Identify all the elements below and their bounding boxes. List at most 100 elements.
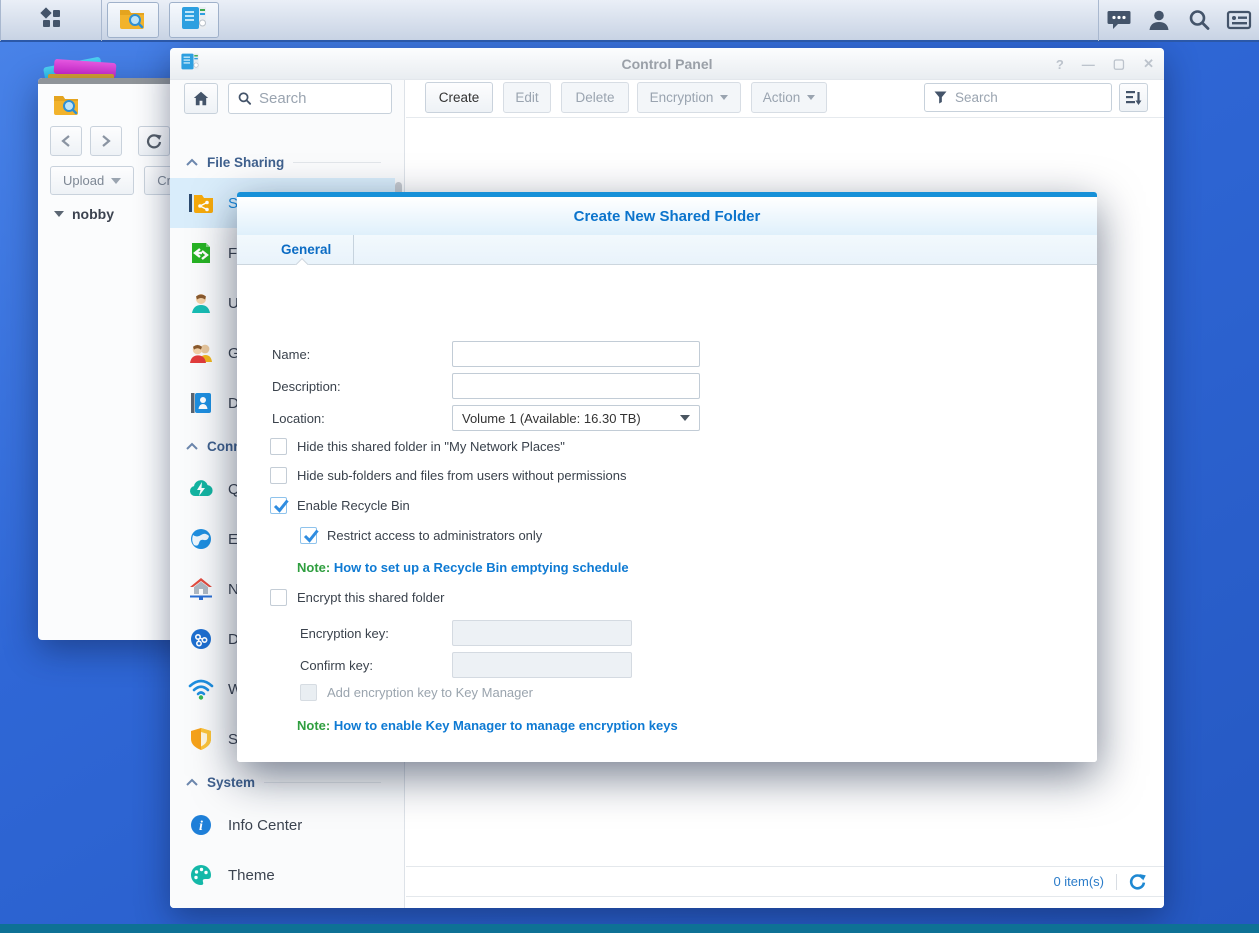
quickconnect-icon [188, 476, 214, 502]
recycle-bin-note: Note: How to set up a Recycle Bin emptyi… [297, 560, 629, 575]
delete-button[interactable]: Delete [561, 82, 629, 113]
checkbox-enable-recycle-bin[interactable]: Enable Recycle Bin [270, 497, 410, 514]
checkbox-box-checked[interactable] [270, 497, 289, 514]
file-station-window-icon [52, 92, 82, 121]
sort-button[interactable] [1119, 83, 1148, 112]
refresh-icon[interactable] [1129, 873, 1146, 890]
main-menu-button[interactable] [1, 0, 101, 41]
encryption-dropdown-button[interactable]: Encryption [637, 82, 741, 113]
svg-text:i: i [199, 819, 203, 834]
search-icon [238, 92, 252, 105]
encryption-key-label: Encryption key: [300, 626, 389, 641]
sidebar-item-theme[interactable]: Theme [170, 850, 395, 900]
location-select[interactable]: Volume 1 (Available: 16.30 TB) [452, 405, 700, 431]
control-panel-icon [180, 5, 208, 36]
control-panel-window-icon [180, 52, 200, 76]
close-button[interactable]: ✕ [1143, 56, 1154, 72]
notifications-icon [1226, 10, 1252, 30]
user-account-button[interactable] [1139, 0, 1179, 41]
section-rule [293, 161, 381, 163]
sidebar-search-input[interactable] [259, 90, 369, 107]
window-controls: ? — ▢ ✕ [1056, 48, 1154, 80]
checkbox-box[interactable] [270, 589, 287, 606]
window-title: Control Panel [621, 55, 713, 72]
maximize-button[interactable]: ▢ [1113, 56, 1125, 72]
dialog-title: Create New Shared Folder [573, 207, 761, 225]
key-manager-link[interactable]: How to enable Key Manager to manage encr… [334, 718, 678, 733]
minimize-button[interactable]: — [1082, 57, 1095, 72]
checkbox-box[interactable] [270, 438, 287, 455]
sidebar-item-info-center[interactable]: i Info Center [170, 800, 395, 850]
dialog-header[interactable]: Create New Shared Folder [237, 197, 1097, 235]
chevron-up-icon [186, 778, 198, 786]
sidebar-section-system[interactable]: System [170, 764, 395, 800]
dialog-tabs: General [237, 235, 1097, 273]
home-button[interactable] [184, 83, 218, 114]
name-field[interactable] [452, 341, 700, 367]
chat-button[interactable] [1099, 0, 1139, 41]
sidebar-section-file-sharing[interactable]: File Sharing [170, 146, 395, 178]
sort-icon [1126, 90, 1142, 105]
caret-down-icon [680, 415, 690, 421]
upload-button[interactable]: Upload [50, 166, 135, 195]
file-services-icon [188, 240, 214, 266]
help-button[interactable]: ? [1056, 57, 1064, 72]
sidebar-search [228, 83, 392, 114]
home-icon [193, 91, 209, 106]
chevron-right-icon [102, 135, 111, 147]
caret-down-icon [111, 177, 122, 184]
check-icon [303, 529, 319, 543]
checkbox-box-disabled[interactable] [300, 684, 317, 701]
security-icon [188, 726, 214, 752]
section-rule [264, 781, 381, 783]
shared-folder-icon [188, 190, 214, 216]
item-count: 0 item(s) [1053, 874, 1104, 889]
forward-button[interactable] [90, 126, 122, 156]
checkbox-hide-shared-folder[interactable]: Hide this shared folder in "My Network P… [270, 438, 565, 455]
toolbar-search-input[interactable] [955, 90, 1085, 105]
control-panel-toolbar: Create Edit Delete Encryption Action [406, 80, 1164, 118]
control-panel-titlebar[interactable]: Control Panel ? — ▢ ✕ [170, 48, 1164, 80]
info-center-icon: i [188, 812, 214, 838]
recycle-bin-schedule-link[interactable]: How to set up a Recycle Bin emptying sch… [334, 560, 629, 575]
edit-button[interactable]: Edit [503, 82, 551, 113]
checkbox-box[interactable] [270, 467, 287, 484]
search-icon [1189, 10, 1210, 30]
checkbox-restrict-admins[interactable]: Restrict access to administrators only [300, 527, 542, 544]
toolbar-search [924, 83, 1112, 112]
dhcp-server-icon [188, 626, 214, 652]
file-station-nav [50, 126, 170, 156]
checkbox-box-checked[interactable] [300, 527, 319, 544]
tab-general[interactable]: General [259, 235, 355, 264]
confirm-key-field[interactable] [452, 652, 632, 678]
key-manager-note: Note: How to enable Key Manager to manag… [297, 718, 678, 733]
action-dropdown-button[interactable]: Action [751, 82, 827, 113]
search-button[interactable] [1179, 0, 1219, 41]
upload-label: Upload [63, 173, 105, 188]
create-button[interactable]: Create [425, 82, 493, 113]
file-station-taskbar-button[interactable] [107, 2, 159, 38]
check-icon [273, 499, 289, 513]
checkbox-hide-subfolders[interactable]: Hide sub-folders and files from users wi… [270, 467, 626, 484]
dialog-body: Name: Description: Location: Volume 1 (A… [237, 265, 1097, 762]
refresh-button[interactable] [138, 126, 170, 156]
desktop: Upload Create nobby Control Panel ? — ▢ … [0, 0, 1259, 933]
domain-ldap-icon [188, 390, 214, 416]
name-label: Name: [272, 347, 311, 362]
control-panel-taskbar-button[interactable] [169, 2, 219, 38]
checkbox-add-key-manager[interactable]: Add encryption key to Key Manager [300, 684, 533, 701]
encryption-key-field[interactable] [452, 620, 632, 646]
description-field[interactable] [452, 373, 700, 399]
status-bar: 0 item(s) [406, 866, 1164, 897]
caret-down-icon [807, 95, 816, 100]
user-icon [1149, 10, 1169, 30]
notifications-button[interactable] [1219, 0, 1259, 41]
external-access-icon [188, 526, 214, 552]
checkbox-encrypt-folder[interactable]: Encrypt this shared folder [270, 589, 444, 606]
location-label: Location: [272, 411, 325, 426]
status-separator [1116, 873, 1117, 890]
main-menu-icon [38, 5, 64, 36]
tree-item-nobby[interactable]: nobby [54, 206, 114, 222]
sidebar-item-regional-options[interactable]: Regional Options [170, 900, 395, 908]
back-button[interactable] [50, 126, 82, 156]
